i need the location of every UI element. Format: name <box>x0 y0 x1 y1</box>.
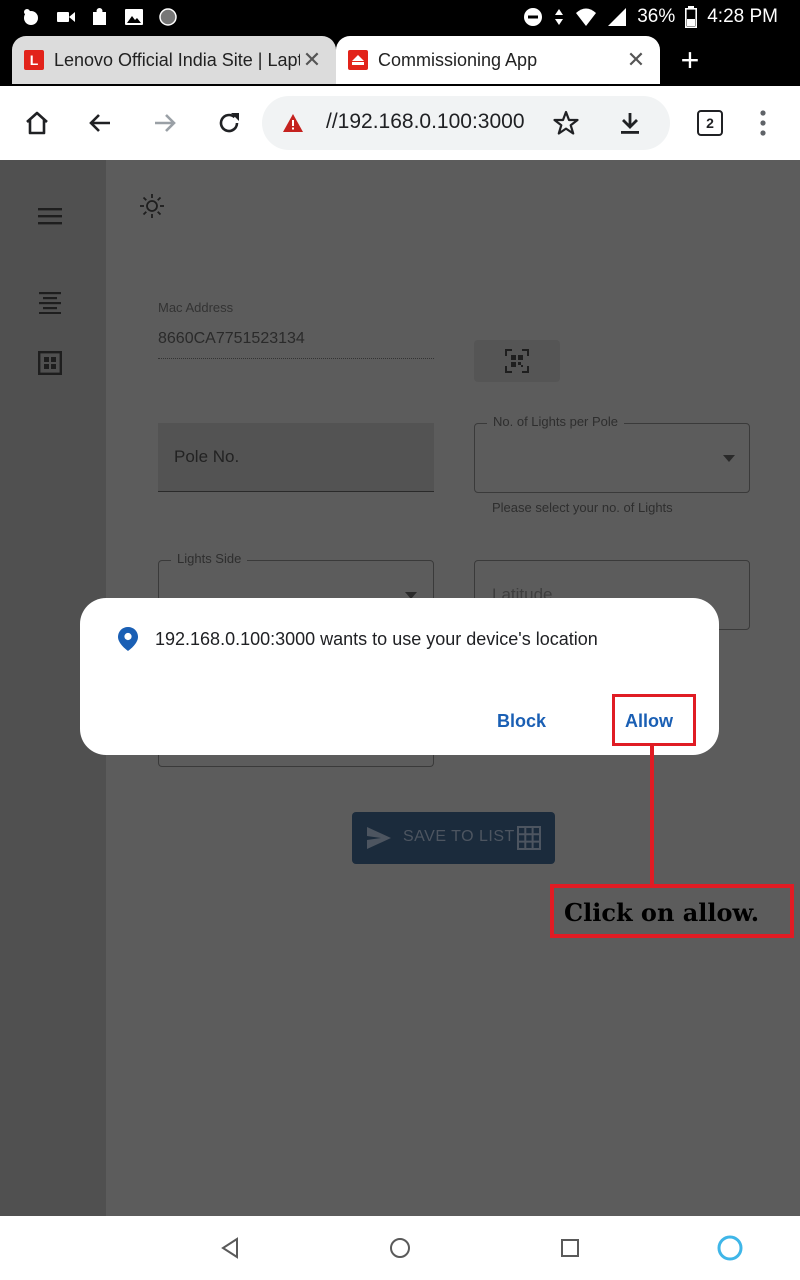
record-icon <box>159 8 177 26</box>
annotation-connector <box>650 746 654 886</box>
table-grid-icon <box>517 826 541 850</box>
lights-side-label: Lights Side <box>171 551 248 566</box>
bookmark-star-button[interactable] <box>552 109 580 142</box>
tab-count: 2 <box>697 110 723 136</box>
grid-view-icon[interactable] <box>38 351 62 375</box>
scan-qr-button[interactable] <box>474 340 560 382</box>
lenovo-favicon-icon: L <box>24 50 44 70</box>
save-to-list-button[interactable]: SAVE TO LIST <box>352 812 555 864</box>
list-view-icon[interactable] <box>38 292 62 314</box>
extension-icon <box>93 8 106 25</box>
assistant-icon[interactable] <box>716 1234 744 1262</box>
home-button[interactable] <box>17 103 57 143</box>
close-tab-icon[interactable]: ✕ <box>624 47 648 73</box>
weather-icon <box>24 9 38 25</box>
pole-no-placeholder: Pole No. <box>174 447 240 466</box>
lights-per-pole-select[interactable]: No. of Lights per Pole <box>474 414 750 493</box>
lights-per-pole-helper: Please select your no. of Lights <box>492 500 673 515</box>
nav-back-icon[interactable] <box>218 1236 242 1260</box>
tab-lenovo[interactable]: L Lenovo Official India Site | Laptops ✕ <box>12 36 336 84</box>
video-call-icon <box>57 12 75 22</box>
allow-highlight-box <box>612 694 696 746</box>
annotation-callout: Click on allow. <box>550 884 794 938</box>
status-right: 36% 4:28 PM <box>523 4 778 30</box>
hamburger-menu-icon[interactable] <box>38 207 62 225</box>
mac-address-value: 8660CA7751523134 <box>158 330 305 347</box>
download-button[interactable] <box>616 109 644 142</box>
new-tab-button[interactable]: + <box>672 42 708 78</box>
back-button[interactable] <box>80 103 120 143</box>
annotation-text: Click on allow. <box>564 898 760 927</box>
qr-scan-icon <box>505 349 529 373</box>
lights-per-pole-label: No. of Lights per Pole <box>487 414 625 429</box>
pole-no-field[interactable]: Pole No. <box>158 423 434 492</box>
nav-home-icon[interactable] <box>388 1236 412 1260</box>
block-button[interactable]: Block <box>497 711 546 732</box>
back-arrow-icon <box>89 114 110 132</box>
do-not-disturb-icon <box>524 8 543 26</box>
save-to-list-label: SAVE TO LIST <box>403 828 515 845</box>
clock: 4:28 PM <box>707 6 778 27</box>
download-icon <box>621 113 639 134</box>
forward-arrow-icon <box>155 114 176 132</box>
star-icon <box>553 110 579 135</box>
android-nav-bar <box>0 1216 800 1280</box>
permission-message: 192.168.0.100:3000 wants to use your dev… <box>155 629 598 649</box>
tab-title: Commissioning App <box>378 49 538 70</box>
wifi-icon <box>576 8 597 26</box>
url-text[interactable]: //192.168.0.100:3000 <box>326 110 525 134</box>
tab-commissioning-app[interactable]: Commissioning App ✕ <box>336 36 660 84</box>
reload-button[interactable] <box>209 103 249 143</box>
forward-button[interactable] <box>145 103 185 143</box>
not-secure-warning-icon[interactable] <box>282 113 304 133</box>
status-bar: 36% 4:28 PM <box>0 0 800 34</box>
location-permission-dialog: 192.168.0.100:3000 wants to use your dev… <box>80 598 719 755</box>
theme-toggle-sun-icon[interactable] <box>139 193 165 219</box>
commissioning-favicon-icon <box>348 50 368 70</box>
reload-icon <box>219 113 239 133</box>
close-tab-icon[interactable]: ✕ <box>300 47 324 73</box>
mac-address-label: Mac Address <box>158 300 234 315</box>
send-icon <box>367 827 391 849</box>
tab-strip: L Lenovo Official India Site | Laptops ✕… <box>0 34 800 86</box>
battery-percent: 36% <box>637 6 676 27</box>
image-icon <box>125 9 143 25</box>
omnibox[interactable]: //192.168.0.100:3000 <box>262 96 670 150</box>
home-icon <box>26 111 48 135</box>
location-pin-icon <box>118 627 138 651</box>
data-arrows-icon <box>555 9 564 25</box>
browser-toolbar: //192.168.0.100:3000 2 <box>0 86 800 160</box>
overflow-menu-button[interactable] <box>743 103 783 143</box>
tab-switcher-button[interactable]: 2 <box>690 103 730 143</box>
tab-title: Lenovo Official India Site | Laptops <box>54 49 300 70</box>
cellular-signal-icon <box>608 8 627 26</box>
mac-address-underline <box>158 358 434 359</box>
notification-icons <box>22 6 178 28</box>
dropdown-arrow-icon <box>723 455 735 462</box>
nav-recents-icon[interactable] <box>558 1236 582 1260</box>
battery-icon <box>685 6 698 28</box>
more-vert-icon <box>760 110 766 136</box>
